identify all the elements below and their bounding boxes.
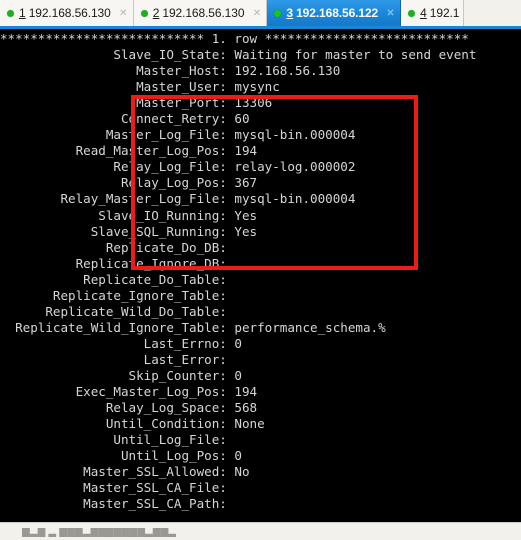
terminal-text: *************************** 1. row *****…	[0, 31, 477, 512]
terminal-output-pane[interactable]: *************************** 1. row *****…	[0, 29, 521, 522]
tab-label: 192.1	[429, 6, 460, 20]
tab-1[interactable]: 1 192.168.56.130 ✕	[0, 0, 134, 26]
tab-number: 2	[152, 6, 160, 20]
tab-label: 192.168.56.130	[28, 6, 111, 20]
green-dot-icon	[274, 9, 282, 17]
green-dot-icon	[140, 9, 148, 17]
close-icon[interactable]: ✕	[118, 8, 129, 19]
status-bar: █▄█ ▄ ███▄███████▄██▄	[0, 522, 521, 540]
terminal-window: 1 192.168.56.130 ✕ 2 192.168.56.130 ✕ 3 …	[0, 0, 521, 540]
tab-3[interactable]: 3 192.168.56.122 ✕	[267, 0, 402, 26]
close-icon[interactable]: ✕	[251, 8, 262, 19]
green-dot-icon	[408, 9, 416, 17]
close-icon[interactable]: ✕	[385, 8, 396, 19]
tab-label: 192.168.56.130	[162, 6, 245, 20]
status-bar-text: █▄█ ▄ ███▄███████▄██▄	[22, 528, 177, 537]
tab-bar: 1 192.168.56.130 ✕ 2 192.168.56.130 ✕ 3 …	[0, 0, 521, 29]
tab-number: 4	[420, 6, 427, 20]
tab-2[interactable]: 2 192.168.56.130 ✕	[133, 0, 268, 26]
tab-4[interactable]: 4 192.1	[401, 0, 465, 26]
tab-label: 192.168.56.122	[296, 6, 379, 20]
tab-number: 3	[286, 6, 294, 20]
tab-number: 1	[19, 6, 26, 20]
green-dot-icon	[7, 9, 14, 17]
